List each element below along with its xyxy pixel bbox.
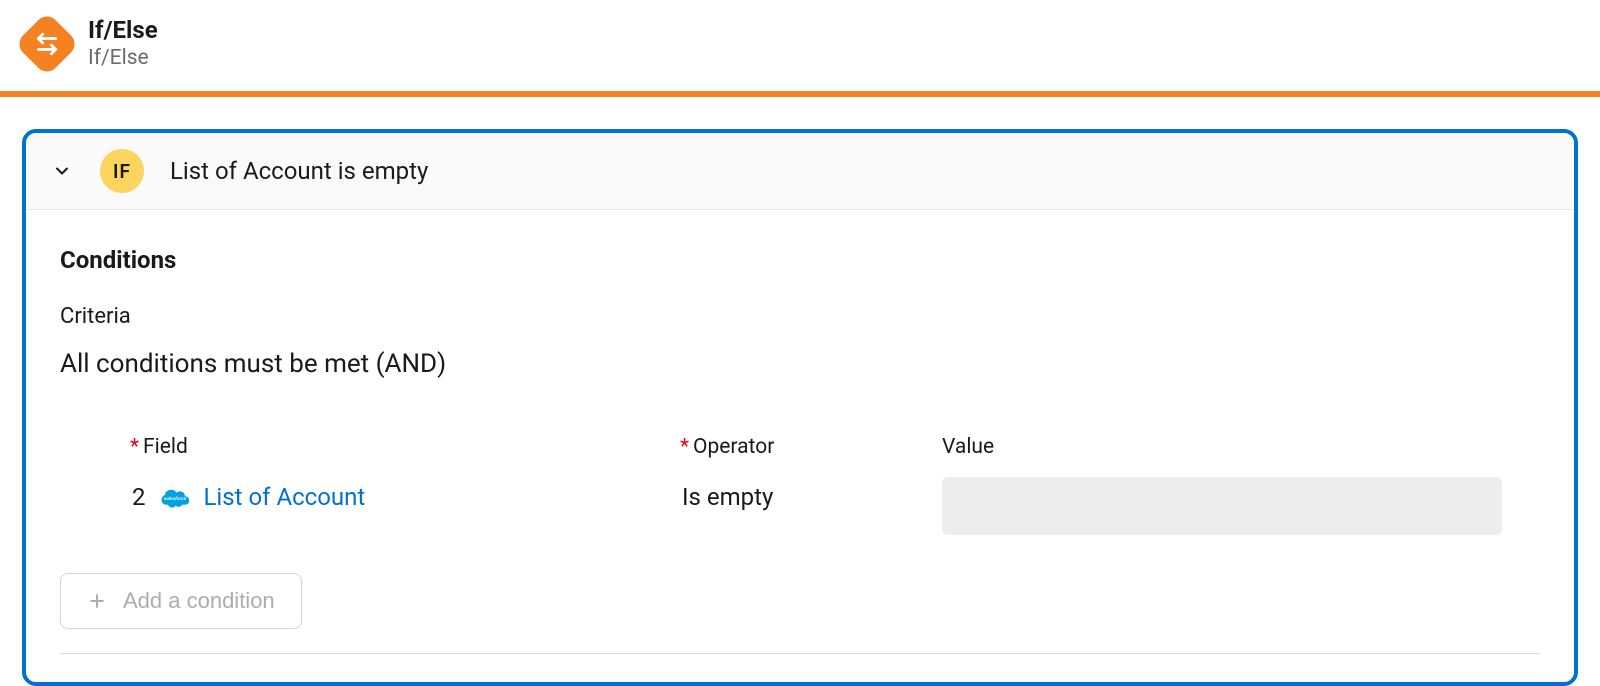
add-condition-button[interactable]: Add a condition bbox=[60, 573, 302, 629]
salesforce-icon: salesforce bbox=[158, 485, 192, 509]
ifelse-icon bbox=[14, 11, 79, 76]
divider bbox=[60, 653, 1540, 654]
required-asterisk-icon: * bbox=[680, 435, 689, 459]
step-number: 2 bbox=[132, 483, 146, 511]
field-value-link[interactable]: List of Account bbox=[204, 483, 366, 511]
add-condition-label: Add a condition bbox=[123, 588, 275, 614]
chevron-down-icon[interactable] bbox=[52, 161, 72, 181]
operator-label-text: Operator bbox=[693, 435, 774, 459]
criteria-value[interactable]: All conditions must be met (AND) bbox=[60, 349, 1540, 379]
panel-title: List of Account is empty bbox=[170, 157, 428, 185]
value-input[interactable] bbox=[942, 477, 1502, 535]
operator-column-label: * Operator bbox=[682, 435, 942, 459]
required-asterisk-icon: * bbox=[130, 435, 139, 459]
if-badge: IF bbox=[100, 149, 144, 193]
panel-body: Conditions Criteria All conditions must … bbox=[26, 210, 1574, 682]
value-label-text: Value bbox=[942, 435, 994, 459]
field-column-label: * Field bbox=[132, 435, 682, 459]
conditions-heading: Conditions bbox=[60, 246, 1540, 274]
condition-row: * Field 2 salesforce List of Account bbox=[60, 435, 1540, 535]
panel-header[interactable]: IF List of Account is empty bbox=[26, 133, 1574, 210]
page-title: If/Else bbox=[88, 16, 158, 45]
field-label-text: Field bbox=[143, 435, 188, 459]
svg-text:salesforce: salesforce bbox=[163, 496, 186, 502]
if-panel: IF List of Account is empty Conditions C… bbox=[22, 129, 1578, 686]
criteria-label: Criteria bbox=[60, 304, 1540, 329]
page-header: If/Else If/Else bbox=[0, 0, 1600, 97]
plus-icon bbox=[87, 591, 107, 611]
value-column-label: Value bbox=[942, 435, 1502, 459]
operator-value[interactable]: Is empty bbox=[682, 483, 942, 511]
page-subtitle: If/Else bbox=[88, 45, 158, 71]
